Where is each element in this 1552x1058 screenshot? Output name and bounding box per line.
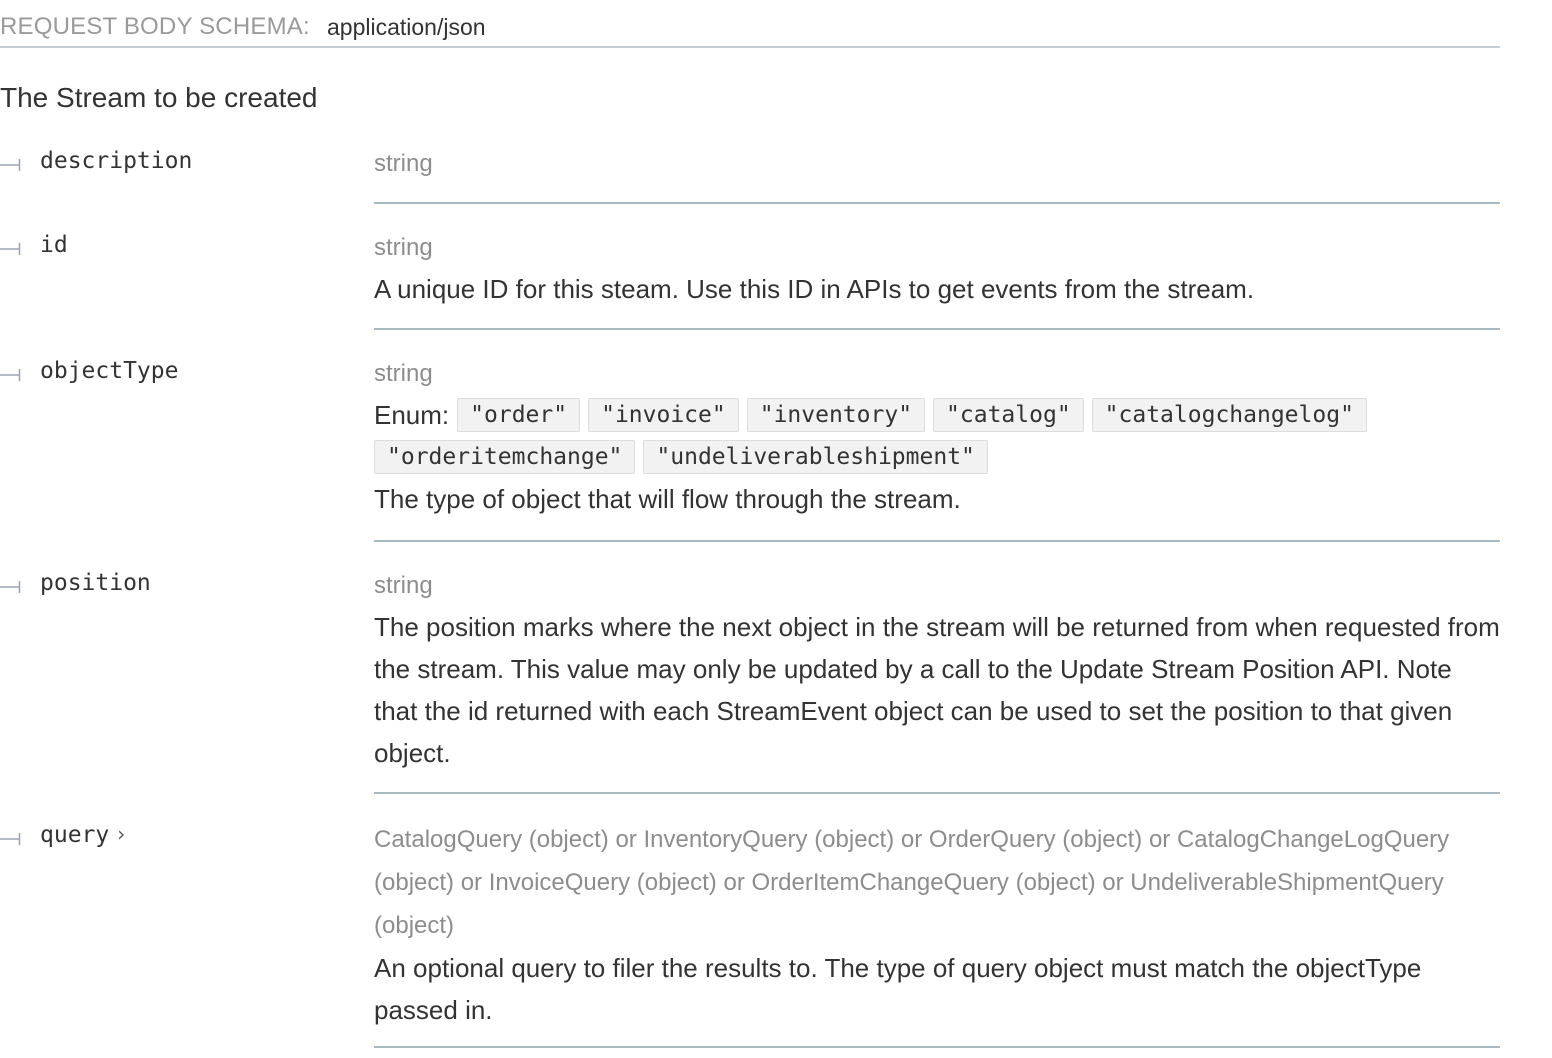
expand-property-toggle[interactable]: query › [40, 822, 125, 848]
property-detail: string Enum: "order" "invoice" "inventor… [374, 356, 1500, 542]
property-name: id [40, 232, 68, 258]
property-name[interactable]: query [40, 822, 109, 848]
chevron-right-icon[interactable]: › [117, 822, 125, 846]
enum-value: "inventory" [746, 398, 926, 432]
property-description: An optional query to filer the results t… [374, 953, 1422, 1025]
enum-label: Enum: [374, 400, 450, 430]
enum-value: "catalogchangelog" [1091, 398, 1367, 432]
enum-value: "order" [457, 398, 581, 432]
property-description: The type of object that will flow throug… [374, 484, 961, 514]
property-description: The position marks where the next object… [374, 612, 1500, 768]
property-type: string [374, 572, 433, 599]
property-detail: CatalogQuery (object) or InventoryQuery … [374, 820, 1500, 1048]
tree-branch-icon [0, 580, 22, 594]
enum-value: "undeliverableshipment" [643, 440, 988, 474]
property-name: objectType [40, 358, 179, 384]
enum-value: "catalog" [933, 398, 1084, 432]
enum-value: "orderitemchange" [374, 440, 636, 474]
request-body-schema-header: REQUEST BODY SCHEMA: application/json [0, 0, 1500, 48]
property-name: description [40, 148, 193, 174]
property-description: A unique ID for this steam. Use this ID … [374, 274, 1255, 304]
tree-branch-icon [0, 158, 22, 172]
content-type: application/json [327, 14, 486, 40]
property-detail: string The position marks where the next… [374, 568, 1500, 794]
tree-branch-icon [0, 832, 22, 846]
property-detail: string A unique ID for this steam. Use t… [374, 230, 1500, 330]
tree-branch-icon [0, 242, 22, 256]
schema-label: REQUEST BODY SCHEMA: [0, 13, 310, 40]
property-detail: string [374, 146, 1500, 204]
property-type: string [374, 234, 433, 261]
tree-branch-icon [0, 368, 22, 382]
property-type: CatalogQuery (object) or InventoryQuery … [374, 826, 1450, 939]
body-description: The Stream to be created [0, 82, 318, 113]
enum-values: Enum: "order" "invoice" "inventory" "cat… [374, 394, 1500, 478]
property-type: string [374, 360, 433, 387]
property-type: string [374, 150, 433, 177]
property-name: position [40, 570, 151, 596]
enum-value: "invoice" [588, 398, 739, 432]
